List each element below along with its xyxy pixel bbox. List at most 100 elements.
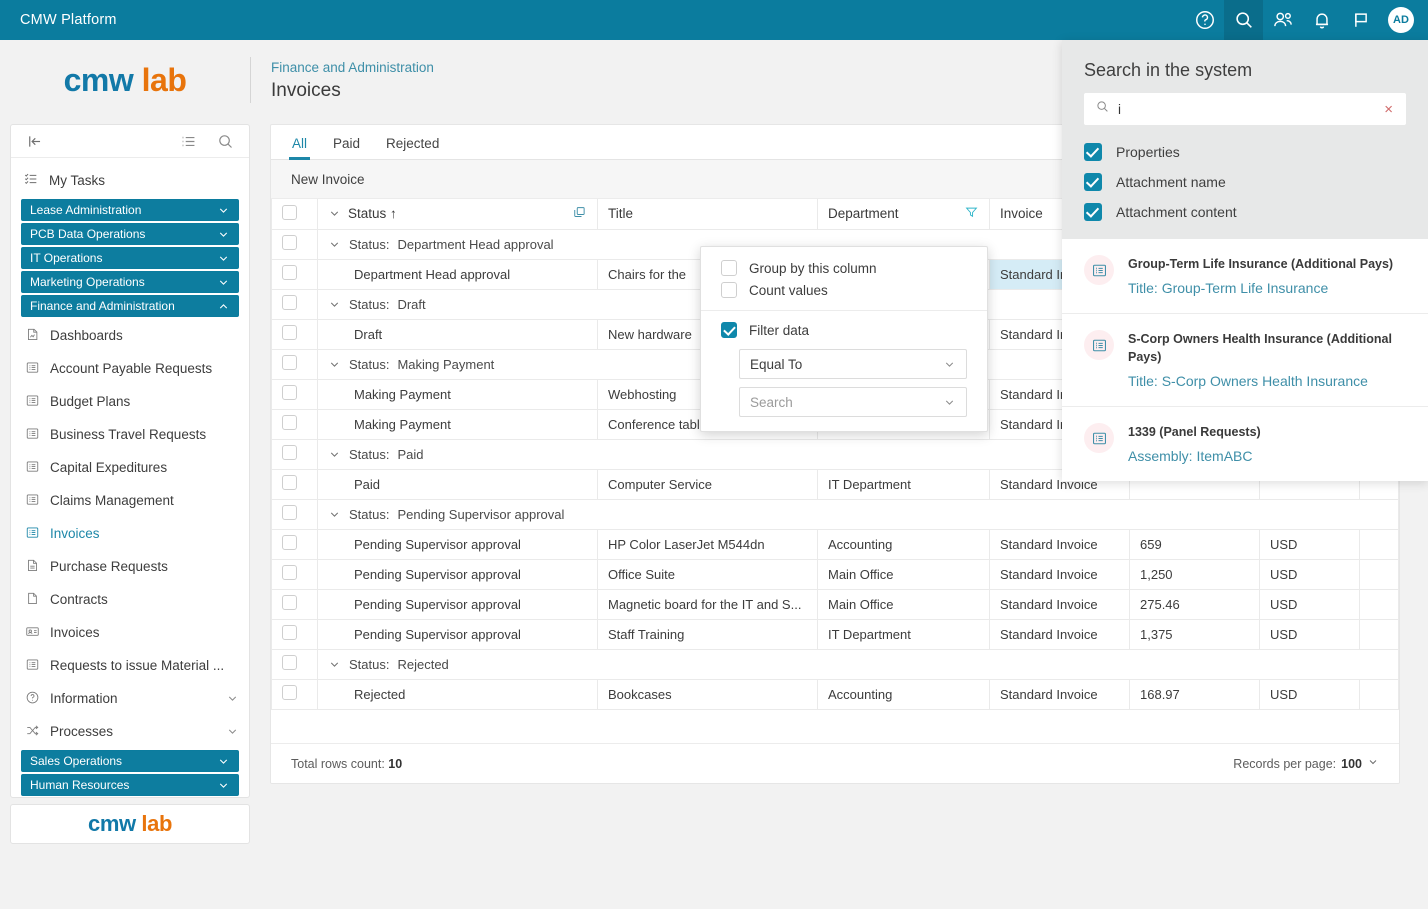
copy-icon[interactable] xyxy=(572,205,587,223)
row-checkbox[interactable] xyxy=(282,565,297,580)
row-checkbox-cell[interactable] xyxy=(271,378,318,410)
table-row[interactable]: Rejected Bookcases Accounting Standard I… xyxy=(271,678,1399,710)
select-all-header[interactable] xyxy=(271,199,318,230)
users-icon[interactable] xyxy=(1263,0,1302,40)
attachment-name-checkbox[interactable] xyxy=(1084,173,1102,191)
column-header-status[interactable]: Status ↑ xyxy=(317,199,598,230)
new-invoice-button[interactable]: New Invoice xyxy=(291,172,365,187)
sidebar-item-business-travel-requests[interactable]: Business Travel Requests xyxy=(13,418,249,451)
row-checkbox[interactable] xyxy=(282,445,297,460)
sidebar-item-requests-to-issue-material[interactable]: Requests to issue Material ... xyxy=(13,649,249,682)
search-result-item[interactable]: Group-Term Life Insurance (Additional Pa… xyxy=(1062,239,1428,314)
sidebar-scroll[interactable]: My Tasks Lease Administration PCB Data O… xyxy=(11,158,249,797)
sidebar-item-information[interactable]: Information xyxy=(13,682,249,715)
group-by-checkbox[interactable] xyxy=(721,260,737,276)
chevron-down-icon[interactable] xyxy=(328,508,341,521)
search-input-wrapper[interactable]: × xyxy=(1084,93,1406,125)
cell-title[interactable]: Office Suite xyxy=(597,558,818,590)
table-row[interactable]: Pending Supervisor approval HP Color Las… xyxy=(271,528,1399,560)
row-checkbox-cell[interactable] xyxy=(271,438,318,470)
sidebar-group-it-operations[interactable]: IT Operations xyxy=(21,247,239,269)
tab-rejected[interactable]: Rejected xyxy=(377,136,448,159)
row-checkbox[interactable] xyxy=(282,505,297,520)
sidebar-item-invoices-card[interactable]: Invoices xyxy=(13,616,249,649)
bell-icon[interactable] xyxy=(1302,0,1341,40)
menu-item-group-by-column[interactable]: Group by this column xyxy=(701,257,987,279)
table-group-row[interactable]: Status: Rejected xyxy=(271,648,1399,680)
sidebar-item-budget-plans[interactable]: Budget Plans xyxy=(13,385,249,418)
column-header-title[interactable]: Title xyxy=(597,199,818,230)
table-group-row[interactable]: Status: Pending Supervisor approval xyxy=(271,498,1399,530)
row-checkbox-cell[interactable] xyxy=(271,258,318,290)
row-checkbox[interactable] xyxy=(282,655,297,670)
tab-paid[interactable]: Paid xyxy=(324,136,369,159)
search-input[interactable] xyxy=(1118,101,1375,117)
flag-icon[interactable] xyxy=(1341,0,1380,40)
count-values-checkbox[interactable] xyxy=(721,282,737,298)
search-icon[interactable] xyxy=(1224,0,1263,40)
search-result-item[interactable]: 1339 (Panel Requests) Assembly: ItemABC xyxy=(1062,407,1428,481)
chevron-down-icon[interactable] xyxy=(328,298,341,311)
filter-icon[interactable] xyxy=(964,205,979,223)
sidebar-item-capital-expeditures[interactable]: Capital Expeditures xyxy=(13,451,249,484)
chevron-down-icon[interactable] xyxy=(328,358,341,371)
row-checkbox-cell[interactable] xyxy=(271,558,318,590)
row-checkbox-cell[interactable] xyxy=(271,618,318,650)
cell-title[interactable]: Staff Training xyxy=(597,618,818,650)
chevron-down-icon[interactable] xyxy=(328,238,341,251)
cell-title[interactable]: Computer Service xyxy=(597,468,818,500)
cell-title[interactable]: Magnetic board for the IT and S... xyxy=(597,588,818,620)
collapse-sidebar-icon[interactable] xyxy=(25,132,44,151)
menu-item-count-values[interactable]: Count values xyxy=(701,279,987,301)
sidebar-item-contracts[interactable]: Contracts xyxy=(13,583,249,616)
cell-title[interactable]: HP Color LaserJet M544dn xyxy=(597,528,818,560)
sidebar-item-my-tasks[interactable]: My Tasks xyxy=(11,164,249,197)
help-icon[interactable] xyxy=(1185,0,1224,40)
table-row[interactable]: Pending Supervisor approval Staff Traini… xyxy=(271,618,1399,650)
breadcrumb-parent[interactable]: Finance and Administration xyxy=(271,58,434,78)
row-checkbox[interactable] xyxy=(282,625,297,640)
search-option-attachment-content[interactable]: Attachment content xyxy=(1062,197,1428,227)
sidebar-group-lease-administration[interactable]: Lease Administration xyxy=(21,199,239,221)
row-checkbox[interactable] xyxy=(282,475,297,490)
clear-search-icon[interactable]: × xyxy=(1382,102,1395,117)
row-checkbox[interactable] xyxy=(282,535,297,550)
sidebar-item-processes[interactable]: Processes xyxy=(13,715,249,748)
sidebar-item-purchase-requests[interactable]: Purchase Requests xyxy=(13,550,249,583)
row-checkbox-cell[interactable] xyxy=(271,678,318,710)
row-checkbox[interactable] xyxy=(282,415,297,430)
sidebar-group-human-resources[interactable]: Human Resources xyxy=(21,774,239,796)
table-row[interactable]: Pending Supervisor approval Office Suite… xyxy=(271,558,1399,590)
attachment-content-checkbox[interactable] xyxy=(1084,203,1102,221)
row-checkbox-cell[interactable] xyxy=(271,318,318,350)
row-checkbox-cell[interactable] xyxy=(271,588,318,620)
records-per-page[interactable]: Records per page: 100 xyxy=(1233,756,1379,771)
row-checkbox[interactable] xyxy=(282,235,297,250)
search-option-properties[interactable]: Properties xyxy=(1062,137,1428,167)
column-header-department[interactable]: Department xyxy=(817,199,990,230)
sidebar-item-dashboards[interactable]: Dashboards xyxy=(13,319,249,352)
row-checkbox[interactable] xyxy=(282,295,297,310)
sidebar-item-invoices[interactable]: Invoices xyxy=(13,517,249,550)
row-checkbox[interactable] xyxy=(282,355,297,370)
sidebar-group-sales-operations[interactable]: Sales Operations xyxy=(21,750,239,772)
sidebar-group-finance-and-administration[interactable]: Finance and Administration xyxy=(21,295,239,317)
row-checkbox[interactable] xyxy=(282,325,297,340)
properties-checkbox[interactable] xyxy=(1084,143,1102,161)
tab-all[interactable]: All xyxy=(283,136,316,160)
list-view-icon[interactable] xyxy=(179,132,198,151)
sidebar-group-pcb-data-operations[interactable]: PCB Data Operations xyxy=(21,223,239,245)
row-checkbox-cell[interactable] xyxy=(271,408,318,440)
row-checkbox[interactable] xyxy=(282,595,297,610)
chevron-down-icon[interactable] xyxy=(328,207,341,220)
row-checkbox-cell[interactable] xyxy=(271,348,318,380)
row-checkbox-cell[interactable] xyxy=(271,228,318,260)
row-checkbox[interactable] xyxy=(282,385,297,400)
row-checkbox[interactable] xyxy=(282,685,297,700)
table-row[interactable]: Pending Supervisor approval Magnetic boa… xyxy=(271,588,1399,620)
row-checkbox-cell[interactable] xyxy=(271,498,318,530)
row-checkbox-cell[interactable] xyxy=(271,468,318,500)
search-option-attachment-name[interactable]: Attachment name xyxy=(1062,167,1428,197)
sidebar-group-marketing-operations[interactable]: Marketing Operations xyxy=(21,271,239,293)
chevron-down-icon[interactable] xyxy=(328,448,341,461)
